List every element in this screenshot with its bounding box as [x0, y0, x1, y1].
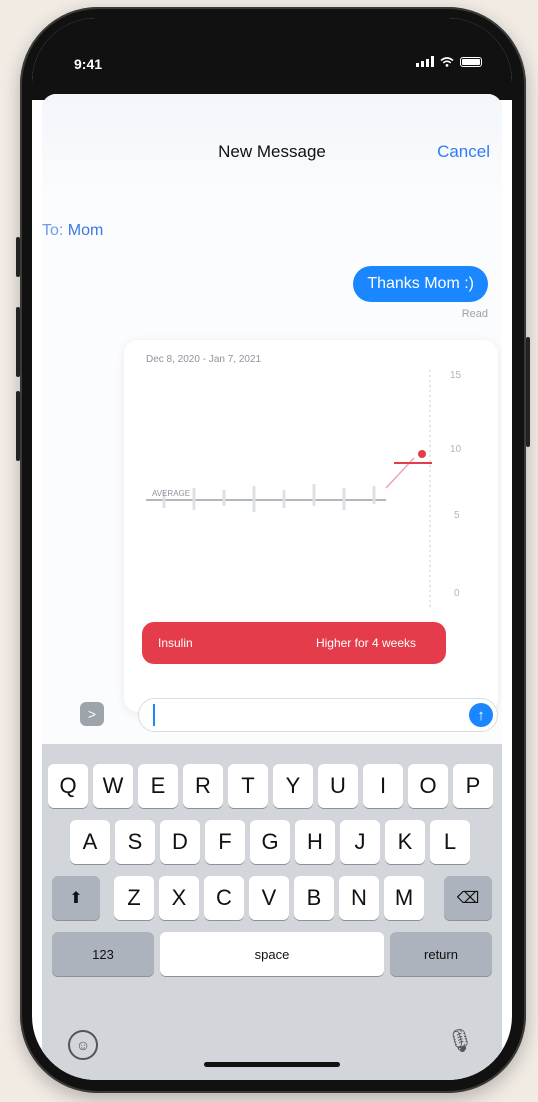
sent-message-bubble[interactable]: Thanks Mom :)	[353, 266, 488, 302]
silent-switch	[16, 237, 20, 277]
volume-up-button	[16, 307, 20, 377]
send-button[interactable]: ↑	[469, 703, 493, 727]
key-z[interactable]: Z	[114, 876, 154, 920]
key-x[interactable]: X	[159, 876, 199, 920]
app-drawer-button[interactable]: >	[80, 702, 104, 726]
y-tick-label: 15	[450, 370, 462, 381]
key-a[interactable]: A	[70, 820, 110, 864]
key-f[interactable]: F	[205, 820, 245, 864]
status-icons	[416, 56, 482, 67]
wifi-icon	[440, 56, 454, 67]
to-field[interactable]: To: Mom	[42, 222, 103, 240]
microphone-icon[interactable]: 🎙	[446, 1028, 474, 1054]
new-message-sheet: New Message Cancel To: Mom Thanks Mom :)…	[42, 94, 502, 1080]
health-share-card[interactable]: Dec 8, 2020 - Jan 7, 2021 15 10 5 0 AVER…	[124, 340, 498, 712]
key-w[interactable]: W	[93, 764, 133, 808]
key-n[interactable]: N	[339, 876, 379, 920]
key-q[interactable]: Q	[48, 764, 88, 808]
signal-icon	[416, 56, 434, 67]
key-h[interactable]: H	[295, 820, 335, 864]
to-label: To:	[42, 222, 64, 239]
key-e[interactable]: E	[138, 764, 178, 808]
key-c[interactable]: C	[204, 876, 244, 920]
space-key[interactable]: space	[160, 932, 384, 976]
key-s[interactable]: S	[115, 820, 155, 864]
emoji-icon[interactable]: ☺	[68, 1030, 98, 1060]
key-y[interactable]: Y	[273, 764, 313, 808]
banner-metric: Insulin	[158, 636, 193, 650]
cancel-button[interactable]: Cancel	[437, 142, 490, 162]
key-g[interactable]: G	[250, 820, 290, 864]
nav-bar: New Message Cancel	[42, 94, 502, 204]
average-label: AVERAGE	[152, 489, 190, 498]
recipient-name[interactable]: Mom	[68, 222, 104, 239]
key-i[interactable]: I	[363, 764, 403, 808]
notch	[180, 18, 364, 50]
shift-key[interactable]: ⬆	[52, 876, 100, 920]
nav-title: New Message	[218, 142, 326, 161]
chart-bars	[162, 484, 376, 512]
battery-icon	[460, 56, 482, 67]
trend-banner[interactable]: Insulin Higher for 4 weeks	[142, 622, 446, 664]
key-b[interactable]: B	[294, 876, 334, 920]
key-m[interactable]: M	[384, 876, 424, 920]
numbers-key[interactable]: 123	[52, 932, 154, 976]
key-v[interactable]: V	[249, 876, 289, 920]
delete-key[interactable]: ⌫	[444, 876, 492, 920]
text-caret	[153, 704, 155, 726]
screen: 9:41 New Message Cancel To: Mom Thanks M…	[32, 18, 512, 1080]
key-l[interactable]: L	[430, 820, 470, 864]
key-j[interactable]: J	[340, 820, 380, 864]
home-indicator	[204, 1062, 340, 1067]
key-k[interactable]: K	[385, 820, 425, 864]
read-receipt: Read	[461, 308, 488, 320]
y-tick-label: 10	[450, 444, 462, 455]
key-p[interactable]: P	[453, 764, 493, 808]
status-time: 9:41	[74, 56, 103, 72]
power-button	[526, 337, 530, 447]
key-t[interactable]: T	[228, 764, 268, 808]
key-r[interactable]: R	[183, 764, 223, 808]
highlight-point	[418, 450, 426, 458]
return-key[interactable]: return	[390, 932, 492, 976]
banner-summary: Higher for 4 weeks	[315, 636, 416, 650]
volume-down-button	[16, 391, 20, 461]
key-u[interactable]: U	[318, 764, 358, 808]
key-d[interactable]: D	[160, 820, 200, 864]
keyboard: QWERTYUIOP ASDFGHJKL ZXCVBNM ⬆ ⌫ 123 spa…	[42, 744, 502, 1080]
y-tick-label: 5	[454, 510, 460, 521]
y-tick-label: 0	[454, 588, 460, 599]
key-o[interactable]: O	[408, 764, 448, 808]
message-input[interactable]: ↑	[138, 698, 498, 732]
